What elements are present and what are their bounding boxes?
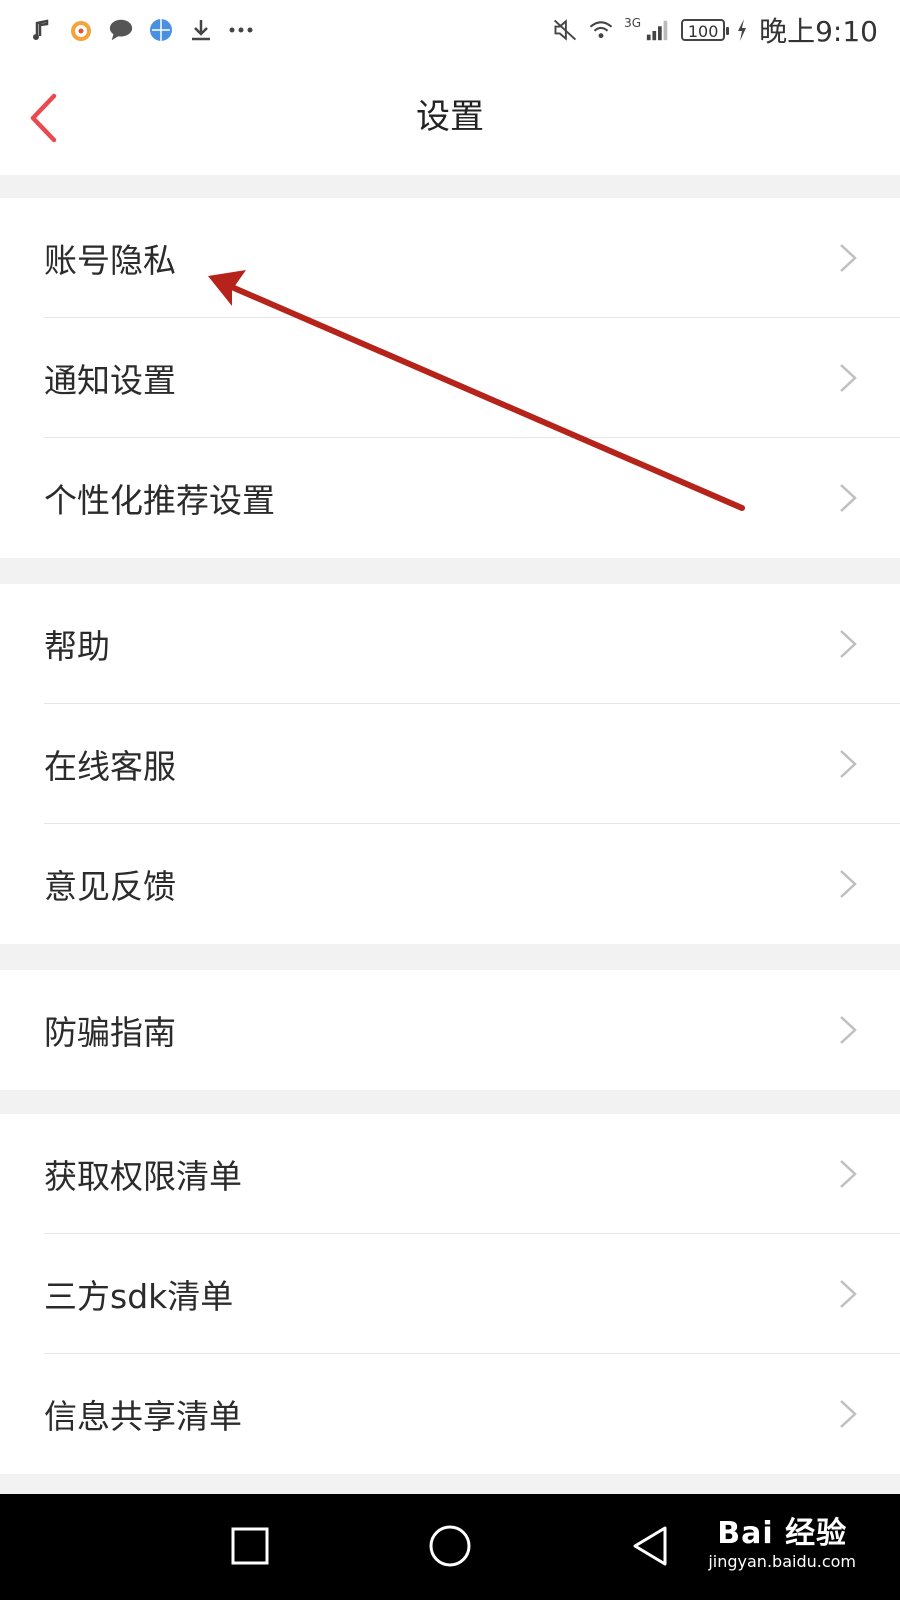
chevron-right-icon	[840, 244, 857, 272]
list-item-label: 账号隐私	[44, 241, 176, 280]
square-icon	[231, 1527, 269, 1565]
list-item-notification-settings[interactable]: 通知设置	[0, 318, 900, 438]
list-item-label: 信息共享清单	[44, 1397, 242, 1436]
watermark-brand: Bai 经验	[717, 1516, 848, 1551]
status-right-icons: 3G 100 晚上9:10	[552, 10, 900, 50]
navigation-bar: 设置	[0, 60, 900, 175]
chevron-right-icon	[840, 1400, 857, 1428]
page-title: 设置	[416, 97, 484, 137]
battery-indicator: 100	[681, 19, 730, 41]
chevron-right-icon	[840, 870, 857, 898]
network-type-label: 3G	[624, 16, 642, 30]
list-item-third-party-sdk-list[interactable]: 三方sdk清单	[0, 1234, 900, 1354]
settings-group-account: 账号隐私 通知设置 个性化推荐设置	[0, 198, 900, 558]
list-item-personalized-recommendation[interactable]: 个性化推荐设置	[0, 438, 900, 558]
browser-icon	[148, 17, 174, 43]
list-item-label: 三方sdk清单	[44, 1277, 234, 1316]
list-item-label: 防骗指南	[44, 1013, 176, 1052]
more-dots-icon	[228, 17, 254, 43]
charging-icon	[735, 17, 749, 43]
watermark-url: jingyan.baidu.com	[708, 1552, 856, 1571]
chevron-right-icon	[840, 750, 857, 778]
settings-group-lists: 获取权限清单 三方sdk清单 信息共享清单	[0, 1114, 900, 1474]
chevron-right-icon	[840, 484, 857, 512]
list-item-anti-fraud-guide[interactable]: 防骗指南	[0, 970, 900, 1090]
system-navigation-bar: Bai 经验 jingyan.baidu.com	[0, 1494, 900, 1600]
chevron-left-icon	[30, 93, 57, 143]
chevron-right-icon	[840, 1016, 857, 1044]
status-left-icons	[0, 17, 254, 43]
list-item-online-service[interactable]: 在线客服	[0, 704, 900, 824]
mute-icon	[552, 17, 578, 43]
recent-apps-button[interactable]	[220, 1516, 280, 1576]
home-button[interactable]	[420, 1516, 480, 1576]
circle-icon	[429, 1525, 471, 1567]
chevron-right-icon	[840, 1160, 857, 1188]
chevron-right-icon	[840, 630, 857, 658]
list-item-label: 在线客服	[44, 747, 176, 786]
list-item-permission-list[interactable]: 获取权限清单	[0, 1114, 900, 1234]
list-item-help[interactable]: 帮助	[0, 584, 900, 704]
list-item-feedback[interactable]: 意见反馈	[0, 824, 900, 944]
triangle-back-icon	[633, 1526, 667, 1566]
back-button[interactable]	[18, 88, 68, 148]
weibo-icon	[68, 17, 94, 43]
baidu-jingyan-watermark: Bai 经验 jingyan.baidu.com	[708, 1508, 856, 1571]
chevron-right-icon	[840, 1280, 857, 1308]
list-item-label: 个性化推荐设置	[44, 481, 275, 520]
wifi-icon	[588, 17, 614, 43]
list-item-info-sharing-list[interactable]: 信息共享清单	[0, 1354, 900, 1474]
list-item-account-privacy[interactable]: 账号隐私	[0, 198, 900, 318]
settings-group-help: 帮助 在线客服 意见反馈	[0, 584, 900, 944]
music-icon	[28, 17, 54, 43]
status-bar: 3G 100 晚上9:10	[0, 0, 900, 60]
back-system-button[interactable]	[620, 1516, 680, 1576]
list-item-label: 帮助	[44, 627, 110, 666]
list-item-label: 意见反馈	[44, 867, 176, 906]
list-item-label: 获取权限清单	[44, 1157, 242, 1196]
signal-icon	[645, 17, 671, 43]
list-item-label: 通知设置	[44, 361, 176, 400]
download-icon	[188, 17, 214, 43]
status-time: 晚上9:10	[759, 15, 878, 48]
settings-group-anti-fraud: 防骗指南	[0, 970, 900, 1090]
chevron-right-icon	[840, 364, 857, 392]
chat-icon	[108, 17, 134, 43]
